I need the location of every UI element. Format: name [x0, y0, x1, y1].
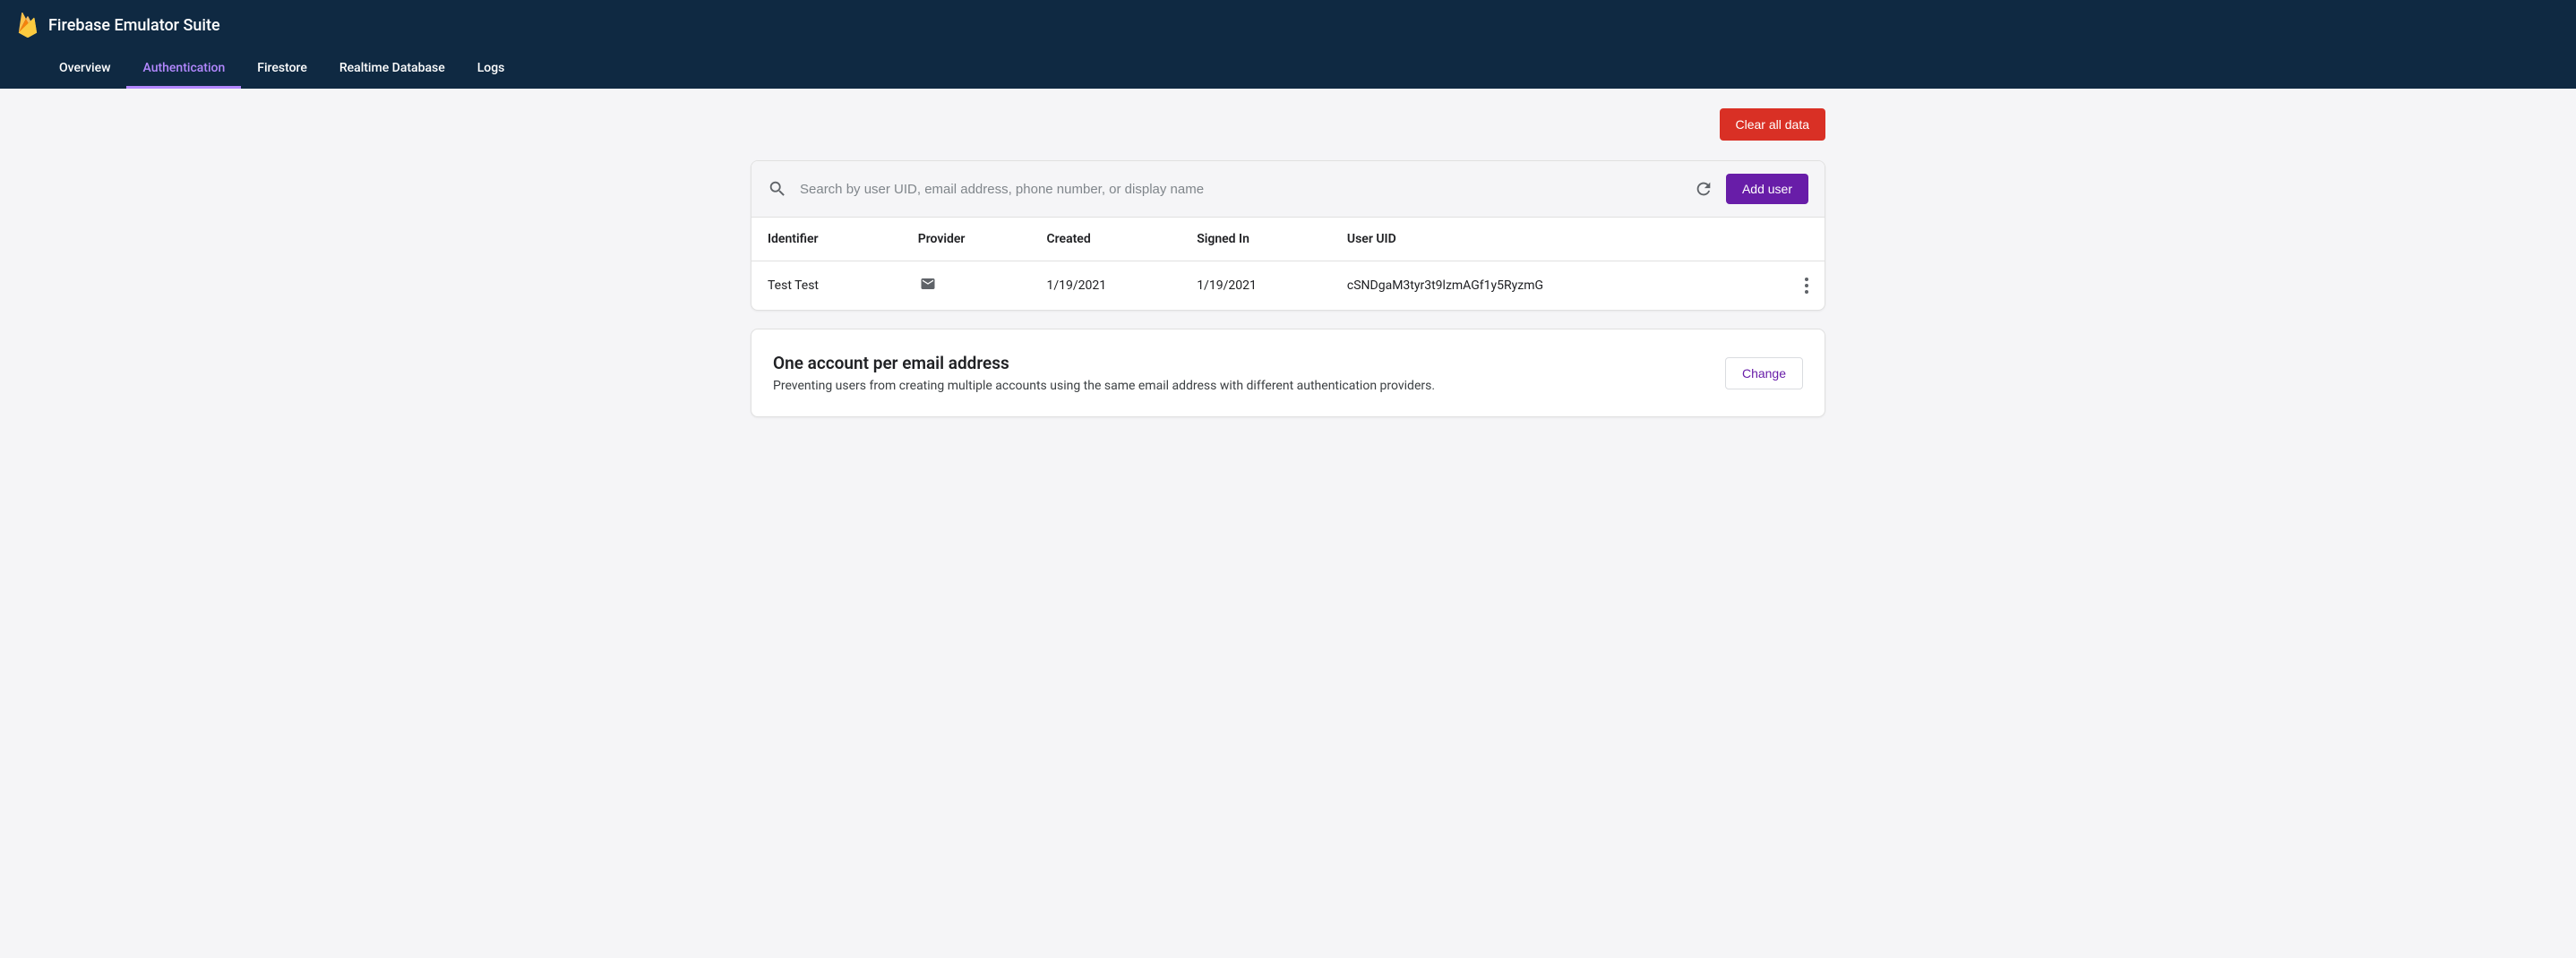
settings-title: One account per email address: [773, 353, 1707, 373]
tab-realtime-database[interactable]: Realtime Database: [323, 50, 461, 89]
cell-user-uid: cSNDgaM3tyr3t9lzmAGf1y5RyzmG: [1331, 261, 1782, 311]
settings-text-block: One account per email address Preventing…: [773, 353, 1707, 393]
tab-firestore[interactable]: Firestore: [241, 50, 323, 89]
refresh-button[interactable]: [1694, 179, 1713, 199]
clear-all-data-button[interactable]: Clear all data: [1720, 108, 1826, 141]
tab-overview[interactable]: Overview: [43, 50, 126, 89]
search-bar: Add user: [751, 161, 1825, 218]
column-header-signed-in: Signed In: [1181, 218, 1331, 261]
app-title: Firebase Emulator Suite: [48, 16, 220, 35]
tab-logs[interactable]: Logs: [461, 50, 521, 89]
column-header-created: Created: [1030, 218, 1181, 261]
change-button[interactable]: Change: [1725, 357, 1803, 389]
tab-authentication[interactable]: Authentication: [126, 50, 241, 89]
main-content: Clear all data Add user Identifier Provi…: [670, 89, 1906, 437]
top-actions-row: Clear all data: [751, 108, 1825, 141]
app-header: Firebase Emulator Suite Overview Authent…: [0, 0, 2576, 89]
refresh-icon: [1694, 179, 1713, 199]
firebase-logo-icon: [18, 13, 38, 38]
header-top-row: Firebase Emulator Suite: [0, 0, 2576, 50]
column-header-user-uid: User UID: [1331, 218, 1782, 261]
users-table: Identifier Provider Created Signed In Us…: [751, 218, 1825, 310]
search-icon: [768, 179, 787, 199]
settings-description: Preventing users from creating multiple …: [773, 379, 1707, 393]
email-icon: [918, 276, 938, 292]
cell-identifier: Test Test: [751, 261, 902, 311]
cell-actions: [1782, 261, 1825, 311]
cell-created: 1/19/2021: [1030, 261, 1181, 311]
table-row: Test Test 1/19/2021 1/19/2021 cSNDgaM3ty…: [751, 261, 1825, 311]
search-input[interactable]: [800, 182, 1681, 197]
column-header-identifier: Identifier: [751, 218, 902, 261]
column-header-actions: [1782, 218, 1825, 261]
cell-provider: [902, 261, 1031, 311]
cell-signed-in: 1/19/2021: [1181, 261, 1331, 311]
users-card: Add user Identifier Provider Created Sig…: [751, 160, 1825, 311]
account-settings-card: One account per email address Preventing…: [751, 329, 1825, 417]
add-user-button[interactable]: Add user: [1726, 174, 1808, 204]
more-vert-icon[interactable]: [1805, 278, 1808, 294]
column-header-provider: Provider: [902, 218, 1031, 261]
nav-tabs: Overview Authentication Firestore Realti…: [0, 50, 2576, 89]
